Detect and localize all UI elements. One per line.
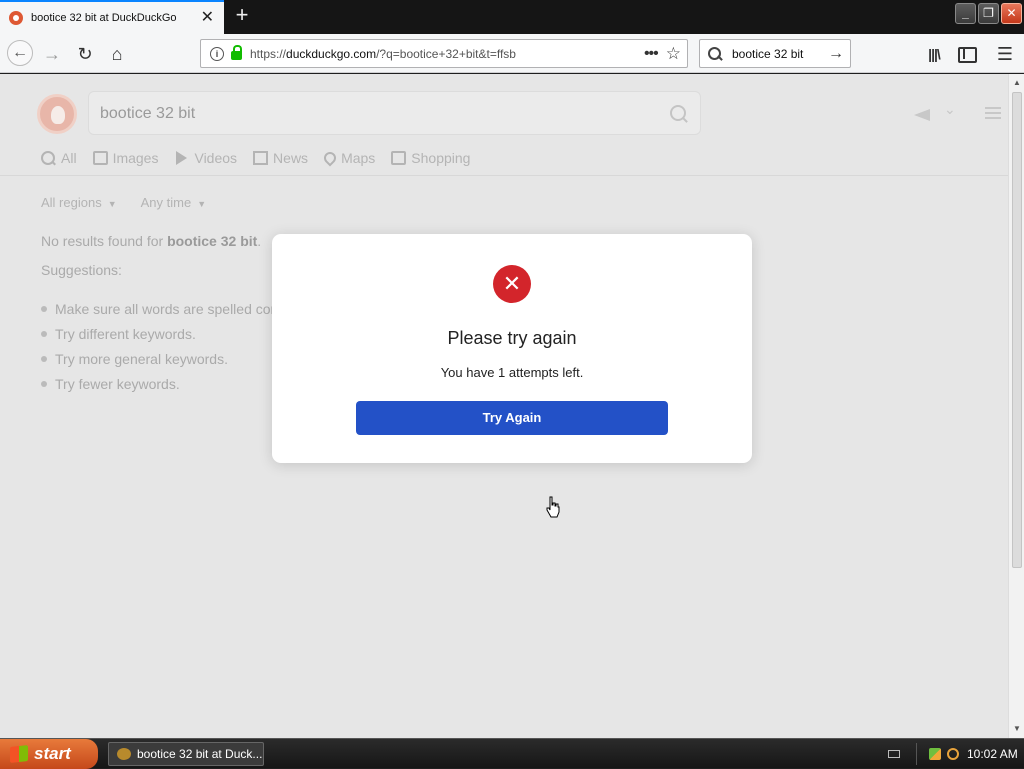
- list-item: Try different keywords.: [41, 321, 312, 346]
- magnifier-icon[interactable]: [947, 748, 959, 760]
- clock[interactable]: 10:02 AM: [967, 747, 1018, 761]
- no-results-prefix: No results found for: [41, 233, 168, 249]
- home-icon[interactable]: ⌂: [105, 42, 129, 66]
- start-button[interactable]: start: [0, 739, 98, 769]
- library-icon[interactable]: |||\: [922, 42, 946, 66]
- start-label: start: [34, 744, 71, 763]
- windows-flag-icon: [10, 745, 28, 763]
- sidebar-toggle-icon[interactable]: [954, 42, 978, 66]
- search-query: bootice 32 bit: [100, 105, 196, 122]
- filter-label: All regions: [41, 195, 102, 210]
- back-arrow-icon[interactable]: ←: [7, 40, 33, 66]
- close-window-button[interactable]: ✕: [1001, 3, 1022, 24]
- tab-maps[interactable]: Maps: [321, 149, 376, 167]
- caret-down-icon: ▼: [197, 199, 207, 209]
- tab-close-icon[interactable]: ✕: [201, 10, 214, 26]
- try-again-button[interactable]: Try Again: [356, 401, 668, 435]
- search-vertical-tabs: All Images Videos News Maps Shopping: [41, 149, 486, 167]
- url-text[interactable]: https://duckduckgo.com/?q=bootice+32+bit…: [250, 47, 644, 61]
- tab-news[interactable]: News: [253, 150, 308, 166]
- newspaper-icon: [253, 151, 269, 165]
- page-scrollbar[interactable]: ▲ ▼: [1008, 74, 1024, 738]
- dialog-title: Please try again: [447, 328, 577, 348]
- list-item: Try more general keywords.: [41, 346, 312, 371]
- tab-label: News: [273, 150, 309, 166]
- url-path: /?q=bootice+32+bit&t=ffsb: [376, 46, 516, 61]
- site-info-icon[interactable]: i: [210, 46, 224, 61]
- minimize-window-button[interactable]: _: [955, 3, 976, 24]
- no-results-query: bootice 32 bit: [167, 233, 258, 249]
- system-tray: 10:02 AM: [880, 739, 1024, 769]
- search-icon[interactable]: [670, 105, 686, 121]
- lock-icon: [231, 45, 242, 60]
- megaphone-icon[interactable]: [912, 101, 956, 121]
- browser-search-bar[interactable]: bootice 32 bit →: [699, 39, 851, 68]
- tab-images[interactable]: Images: [92, 150, 159, 166]
- tab-label: Maps: [341, 150, 376, 166]
- browser-tab[interactable]: bootice 32 bit at DuckDuckGo ✕: [0, 0, 224, 34]
- forward-arrow-icon[interactable]: →: [40, 42, 64, 66]
- firefox-icon: [117, 748, 131, 760]
- filter-label: Any time: [140, 195, 192, 210]
- url-bar[interactable]: i https://duckduckgo.com/?q=bootice+32+b…: [200, 39, 688, 68]
- browser-search-input[interactable]: bootice 32 bit: [732, 47, 828, 61]
- search-icon: [708, 46, 722, 61]
- scroll-down-icon[interactable]: ▼: [1011, 722, 1023, 736]
- tab-all[interactable]: All: [41, 150, 77, 166]
- tab-shopping[interactable]: Shopping: [391, 150, 470, 166]
- tab-title: bootice 32 bit at DuckDuckGo: [31, 12, 177, 24]
- divider: [916, 743, 917, 765]
- hamburger-menu-icon[interactable]: ☰: [993, 42, 1017, 66]
- page-actions-icon[interactable]: •••: [644, 45, 659, 63]
- search-filters: All regions ▼ Any time ▼: [41, 195, 206, 210]
- taskbar: start bootice 32 bit at Duck... 10:02 AM: [0, 738, 1024, 769]
- taskbar-item-browser[interactable]: bootice 32 bit at Duck...: [108, 742, 264, 766]
- tab-videos[interactable]: Videos: [174, 150, 237, 166]
- map-pin-icon: [321, 149, 339, 167]
- tab-label: Images: [112, 150, 159, 166]
- image-icon: [92, 151, 108, 165]
- tab-bar: bootice 32 bit at DuckDuckGo ✕ + _ ❐ ✕: [0, 0, 1024, 34]
- hand-cursor-icon: [546, 496, 560, 518]
- caret-down-icon: ▼: [107, 199, 117, 209]
- new-tab-icon[interactable]: +: [232, 4, 252, 27]
- region-filter[interactable]: All regions ▼: [41, 195, 117, 210]
- tab-label: Videos: [194, 150, 238, 166]
- no-results-message: No results found for bootice 32 bit.: [41, 233, 261, 249]
- navigation-toolbar: ← → ↻ ⌂ i https://duckduckgo.com/?q=boot…: [0, 34, 1024, 73]
- duckduckgo-logo[interactable]: [37, 94, 77, 134]
- bookmark-star-icon[interactable]: ☆: [666, 44, 681, 64]
- divider: [0, 175, 1008, 176]
- duckduckgo-favicon-icon: [9, 11, 23, 25]
- network-icon[interactable]: [929, 748, 941, 760]
- error-dialog: ✕ Please try again You have 1 attempts l…: [272, 234, 752, 463]
- no-results-suffix: .: [257, 233, 262, 249]
- tab-label: Shopping: [411, 150, 471, 166]
- reload-icon[interactable]: ↻: [73, 42, 97, 66]
- page-menu-icon[interactable]: [985, 107, 1001, 119]
- window-controls: _ ❐ ✕: [955, 3, 1022, 24]
- keyboard-icon[interactable]: [888, 750, 900, 758]
- scrollbar-thumb[interactable]: [1012, 92, 1022, 568]
- url-prefix: https://: [250, 46, 287, 61]
- suggestions-title: Suggestions:: [41, 262, 122, 278]
- search-icon: [41, 151, 56, 165]
- suggestions-list: Make sure all words are spelled correctl…: [41, 296, 312, 396]
- search-go-arrow-icon[interactable]: →: [828, 45, 844, 63]
- dialog-message: You have 1 attempts left.: [440, 365, 584, 380]
- restore-window-button[interactable]: ❐: [978, 3, 999, 24]
- search-input[interactable]: bootice 32 bit: [88, 91, 701, 135]
- time-filter[interactable]: Any time ▼: [141, 195, 207, 210]
- scroll-up-icon[interactable]: ▲: [1011, 76, 1023, 90]
- url-host: duckduckgo.com: [286, 46, 377, 61]
- taskbar-item-label: bootice 32 bit at Duck...: [137, 747, 263, 761]
- play-icon: [174, 151, 189, 165]
- list-item: Make sure all words are spelled correctl…: [41, 296, 312, 321]
- shopping-bag-icon: [391, 151, 407, 165]
- list-item: Try fewer keywords.: [41, 371, 312, 396]
- close-icon: ✕: [493, 265, 531, 303]
- tab-label: All: [61, 150, 77, 166]
